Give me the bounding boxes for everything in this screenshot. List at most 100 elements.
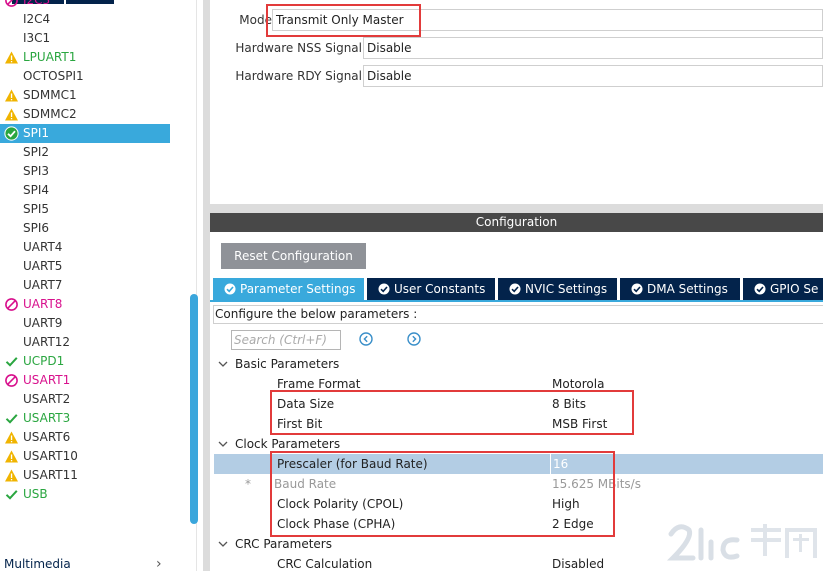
- sidebar-item-usart10[interactable]: USART10: [0, 447, 170, 466]
- param-value: Disabled: [552, 557, 605, 571]
- tab-dma-settings[interactable]: DMA Settings: [620, 278, 740, 300]
- chevron-down-icon: [218, 541, 228, 547]
- param-name: CRC Calculation: [277, 557, 373, 571]
- tab-user-constants[interactable]: User Constants: [367, 278, 495, 300]
- sidebar-item-usart2[interactable]: USART2: [0, 390, 170, 409]
- sidebar-item-uart12[interactable]: UART12: [0, 333, 170, 352]
- chevron-down-icon: [218, 361, 228, 367]
- reset-configuration-button[interactable]: Reset Configuration: [221, 243, 366, 269]
- category-multimedia[interactable]: Multimedia ›: [0, 555, 170, 571]
- annotation-box-clock: [270, 451, 615, 537]
- sidebar-scrollbar[interactable]: [190, 294, 198, 524]
- rdy-select[interactable]: Disable: [363, 65, 823, 87]
- check-circle-icon: [4, 126, 19, 141]
- check-icon: [5, 414, 18, 424]
- sidebar-item-usart3[interactable]: USART3: [0, 409, 170, 428]
- tab-label: User Constants: [394, 282, 486, 296]
- sidebar-item-ucpd1[interactable]: UCPD1: [0, 352, 170, 371]
- prohibited-icon: [5, 298, 18, 311]
- sidebar-item-sdmmc2[interactable]: SDMMC2: [0, 105, 170, 124]
- annotation-box-mode: [266, 4, 421, 37]
- warning-icon: [5, 431, 18, 444]
- tab-label: DMA Settings: [647, 282, 728, 296]
- sidebar-item-spi5[interactable]: SPI5: [0, 200, 170, 219]
- sidebar-item-octospi1[interactable]: OCTOSPI1: [0, 67, 170, 86]
- tab-label: GPIO Se: [770, 282, 819, 296]
- warning-icon: [5, 469, 18, 482]
- sidebar-item-lpuart1[interactable]: LPUART1: [0, 48, 170, 67]
- chevron-down-icon: [218, 441, 228, 447]
- sidebar-item-label: UART4: [23, 240, 63, 254]
- tab-gpio-settings[interactable]: GPIO Se: [743, 278, 823, 300]
- prohibited-icon: [5, 0, 18, 7]
- rdy-row: Hardware RDY Signal: [210, 65, 362, 89]
- sidebar-item-spi6[interactable]: SPI6: [0, 219, 170, 238]
- check-circle-icon: [631, 283, 643, 295]
- sidebar-item-spi4[interactable]: SPI4: [0, 181, 170, 200]
- configuration-title: Configuration: [210, 213, 823, 232]
- sidebar-item-usart1[interactable]: USART1: [0, 371, 170, 390]
- sidebar-item-usb[interactable]: USB: [0, 485, 170, 504]
- category-label: Multimedia: [4, 557, 71, 571]
- sidebar-item-label: SPI6: [23, 221, 50, 235]
- sidebar-item-label: SPI2: [23, 145, 50, 159]
- sidebar-item-label: SPI5: [23, 202, 50, 216]
- sidebar-item-label: USART2: [23, 392, 71, 406]
- panel-divider-vertical[interactable]: [203, 0, 210, 571]
- sidebar-item-label: USART1: [23, 373, 71, 387]
- mode-row: Mode: [210, 9, 272, 33]
- nss-label: Hardware NSS Signal: [235, 41, 362, 55]
- sidebar-item-label: SDMMC2: [23, 107, 77, 121]
- sidebar-item-label: I2C3: [23, 0, 51, 7]
- sidebar-item-label: SDMMC1: [23, 88, 77, 102]
- sidebar-item-label: UCPD1: [23, 354, 65, 368]
- nss-select-wrap: Disable: [363, 37, 823, 61]
- watermark-logo: [666, 524, 817, 561]
- readonly-marker: *: [245, 477, 251, 491]
- sidebar-item-usart6[interactable]: USART6: [0, 428, 170, 447]
- check-circle-icon: [509, 283, 521, 295]
- warning-icon: [5, 450, 18, 463]
- sidebar-item-label: SPI4: [23, 183, 50, 197]
- tabs-underline: [210, 300, 823, 302]
- sidebar-item-usart11[interactable]: USART11: [0, 466, 170, 485]
- sidebar-item-uart7[interactable]: UART7: [0, 276, 170, 295]
- sidebar-item-i3c1[interactable]: I3C1: [0, 29, 170, 48]
- sidebar-item-label: USB: [23, 487, 48, 501]
- mode-panel: Mode Transmit Only Master Hardware NSS S…: [210, 0, 823, 204]
- sidebar-item-label: OCTOSPI1: [23, 69, 84, 83]
- search-input[interactable]: Search (Ctrl+F): [231, 330, 341, 350]
- sidebar-item-label: UART8: [23, 297, 63, 311]
- nss-row: Hardware NSS Signal: [210, 37, 362, 61]
- sidebar-item-label: LPUART1: [23, 50, 77, 64]
- sidebar-item-label: UART7: [23, 278, 63, 292]
- tab-nvic-settings[interactable]: NVIC Settings: [498, 278, 617, 300]
- annotation-box-data: [270, 390, 634, 435]
- check-icon: [5, 357, 18, 367]
- sidebar-item-label: USART3: [23, 411, 71, 425]
- tab-label: NVIC Settings: [525, 282, 608, 296]
- chevron-right-icon: ›: [156, 556, 162, 571]
- sidebar-item-sdmmc1[interactable]: SDMMC1: [0, 86, 170, 105]
- rdy-label: Hardware RDY Signal: [235, 69, 362, 83]
- sidebar-item-i2c4[interactable]: I2C4: [0, 10, 170, 29]
- sidebar-item-spi2[interactable]: SPI2: [0, 143, 170, 162]
- sidebar-item-uart8[interactable]: UART8: [0, 295, 170, 314]
- sidebar-item-label: USART6: [23, 430, 71, 444]
- check-icon: [5, 490, 18, 500]
- warning-icon: [5, 108, 18, 121]
- sidebar-item-uart9[interactable]: UART9: [0, 314, 170, 333]
- sidebar-item-spi1[interactable]: SPI1: [0, 124, 170, 143]
- group-label: Basic Parameters: [235, 357, 340, 371]
- tab-parameter-settings[interactable]: Parameter Settings: [213, 278, 364, 300]
- sidebar-item-i2c3[interactable]: I2C3: [0, 0, 170, 10]
- search-previous-icon[interactable]: [359, 332, 373, 346]
- sidebar-item-uart5[interactable]: UART5: [0, 257, 170, 276]
- panel-divider-horizontal[interactable]: [210, 204, 823, 213]
- rdy-select-wrap: Disable: [363, 65, 823, 89]
- sidebar-item-spi3[interactable]: SPI3: [0, 162, 170, 181]
- nss-select[interactable]: Disable: [363, 37, 823, 59]
- sidebar-item-uart4[interactable]: UART4: [0, 238, 170, 257]
- sidebar-item-label: SPI1: [23, 126, 50, 140]
- search-next-icon[interactable]: [407, 332, 421, 346]
